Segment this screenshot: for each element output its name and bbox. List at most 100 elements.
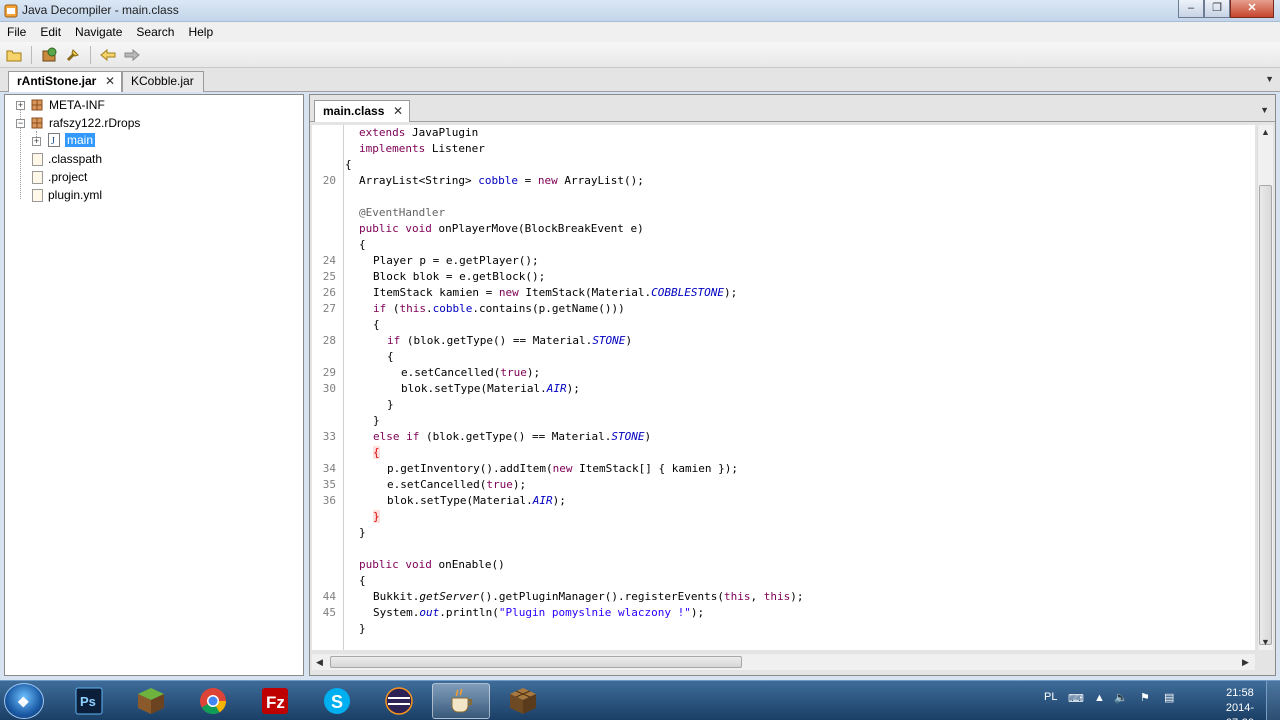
- taskbar-eclipse[interactable]: [370, 683, 428, 719]
- menu-file[interactable]: File: [0, 22, 33, 42]
- toolbar-separator: [90, 45, 91, 64]
- menu-search[interactable]: Search: [129, 22, 181, 42]
- line-number: 25: [322, 270, 336, 283]
- expand-icon[interactable]: +: [16, 101, 25, 110]
- code-text: Player p = e.getPlayer();: [373, 254, 539, 267]
- filezilla-icon: Fz: [262, 688, 288, 714]
- code-text: @EventHandler: [359, 206, 446, 219]
- code-text: extends JavaPlugin: [359, 126, 479, 139]
- code-text: {: [359, 238, 366, 251]
- horizontal-scrollbar[interactable]: ◀ ▶: [312, 654, 1255, 670]
- back-button[interactable]: [98, 45, 118, 65]
- expand-icon[interactable]: +: [32, 137, 41, 146]
- java-coffee-cup-icon: [451, 688, 472, 713]
- code-line: 45 System.out.println("Plugin pomyslnie w…: [312, 605, 1255, 621]
- skype-icon: S: [324, 688, 350, 714]
- jar-tab-bar: rAntiStone.jar ✕ KCobble.jar ▼: [0, 68, 1280, 92]
- volume-icon[interactable]: 🔈: [1114, 691, 1128, 704]
- start-button[interactable]: ❖: [4, 683, 44, 719]
- network-icon[interactable]: ▤: [1164, 691, 1174, 704]
- code-line: 44 Bukkit.getServer().getPluginManager().…: [312, 589, 1255, 605]
- menu-navigate[interactable]: Navigate: [68, 22, 129, 42]
- file-icon: [32, 152, 43, 166]
- vertical-scroll-thumb[interactable]: [1259, 185, 1272, 645]
- open-type-button[interactable]: [39, 45, 59, 65]
- taskbar-filezilla[interactable]: Fz: [246, 683, 304, 719]
- language-indicator[interactable]: PL: [1044, 691, 1057, 703]
- svg-text:Ps: Ps: [80, 694, 96, 709]
- close-tab-icon[interactable]: ✕: [105, 72, 115, 91]
- code-line: {: [312, 349, 1255, 365]
- clock[interactable]: 21:58 2014-07-30: [1226, 686, 1254, 720]
- minimize-button[interactable]: –: [1178, 0, 1204, 18]
- tree-item-label: rafszy122.rDrops: [49, 116, 141, 130]
- code-text: public void onEnable(): [359, 558, 505, 571]
- scroll-right-icon[interactable]: ▶: [1242, 657, 1249, 668]
- source-code-view[interactable]: extends JavaPlugin implements Listener {20…: [312, 125, 1255, 650]
- code-line: 25 Block blok = e.getBlock();: [312, 269, 1255, 285]
- code-line: 30 blok.setType(Material.AIR);: [312, 381, 1255, 397]
- code-line: 34 p.getInventory().addItem(new ItemStack…: [312, 461, 1255, 477]
- line-number: 27: [322, 302, 336, 315]
- code-text: Block blok = e.getBlock();: [373, 270, 546, 283]
- taskbar-chrome[interactable]: [184, 683, 242, 719]
- arrow-right-icon: [124, 48, 140, 61]
- tree-item-label: .project: [48, 170, 88, 184]
- horizontal-scroll-thumb[interactable]: [330, 656, 742, 668]
- code-text: public void onPlayerMove(BlockBreakEvent…: [359, 222, 644, 235]
- file-icon: [32, 170, 43, 184]
- collapse-icon[interactable]: −: [16, 119, 25, 128]
- photoshop-icon: Ps: [75, 687, 103, 715]
- close-button[interactable]: ✕: [1230, 0, 1274, 18]
- open-file-button[interactable]: [4, 45, 24, 65]
- line-number: 33: [322, 430, 336, 443]
- taskbar-java-decompiler[interactable]: [432, 683, 490, 719]
- vertical-scrollbar[interactable]: ▲ ▼: [1257, 125, 1273, 650]
- svg-text:J: J: [51, 136, 55, 147]
- keyboard-icon[interactable]: ⌨: [1068, 692, 1084, 705]
- tab-list-dropdown-icon[interactable]: ▼: [1265, 74, 1274, 84]
- window-title: Java Decompiler - main.class: [22, 3, 179, 17]
- code-line: 24 Player p = e.getPlayer();: [312, 253, 1255, 269]
- forward-button[interactable]: [122, 45, 142, 65]
- arrow-left-icon: [100, 48, 116, 61]
- taskbar-crafting-table[interactable]: [494, 683, 552, 719]
- action-center-flag-icon[interactable]: ⚑: [1140, 691, 1150, 704]
- tree-item-label: main: [65, 133, 96, 147]
- code-line: implements Listener: [312, 141, 1255, 157]
- code-text: {: [387, 350, 394, 363]
- scroll-down-icon[interactable]: ▼: [1261, 637, 1270, 647]
- code-line: 27 if (this.cobble.contains(p.getName())): [312, 301, 1255, 317]
- show-desktop-button[interactable]: [1266, 681, 1280, 720]
- tab-list-dropdown-icon[interactable]: ▼: [1260, 105, 1269, 115]
- flashlight-icon: [66, 48, 79, 61]
- scroll-up-icon[interactable]: ▲: [1261, 127, 1270, 137]
- code-text: else if (blok.getType() == Material.STON…: [373, 430, 652, 443]
- tab-kcobble-jar[interactable]: KCobble.jar: [122, 71, 204, 92]
- taskbar-minecraft[interactable]: [122, 683, 180, 719]
- code-text: System.out.println("Plugin pomyslnie wla…: [373, 606, 705, 619]
- menu-edit[interactable]: Edit: [33, 22, 68, 42]
- java-class-icon: J: [48, 133, 60, 147]
- taskbar-photoshop[interactable]: Ps: [60, 683, 118, 719]
- code-line: public void onPlayerMove(BlockBreakEvent…: [312, 221, 1255, 237]
- code-text: if (this.cobble.contains(p.getName())): [373, 302, 625, 315]
- code-text: }: [359, 622, 366, 635]
- line-number: 35: [322, 478, 336, 491]
- maximize-button[interactable]: ❐: [1204, 0, 1230, 18]
- search-button[interactable]: [63, 45, 83, 65]
- file-icon: [32, 188, 43, 202]
- close-tab-icon[interactable]: ✕: [393, 101, 403, 121]
- menu-help[interactable]: Help: [181, 22, 220, 42]
- tab-label: main.class: [323, 104, 385, 118]
- taskbar-skype[interactable]: S: [308, 683, 366, 719]
- tab-main-class[interactable]: main.class ✕: [314, 100, 410, 122]
- package-icon: [31, 99, 43, 111]
- chrome-icon: [200, 688, 227, 715]
- show-hidden-icons-icon[interactable]: ▲: [1094, 692, 1105, 704]
- tab-rantistone-jar[interactable]: rAntiStone.jar ✕: [8, 71, 122, 92]
- title-bar: Java Decompiler - main.class – ❐ ✕: [0, 0, 1280, 22]
- scroll-left-icon[interactable]: ◀: [316, 657, 323, 668]
